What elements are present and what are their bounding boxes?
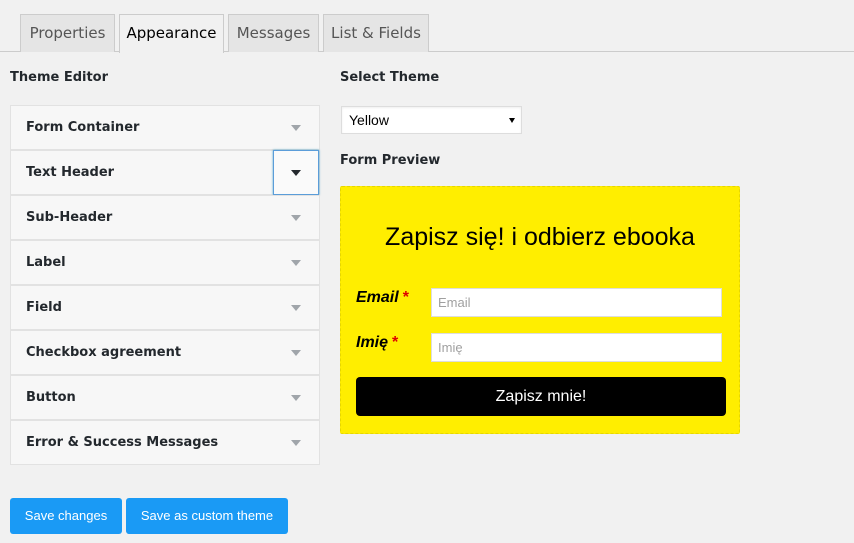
editor-item-label: Button — [26, 390, 76, 405]
tab-appearance[interactable]: Appearance — [119, 14, 224, 53]
chevron-down-icon — [291, 395, 301, 401]
save-custom-theme-button[interactable]: Save as custom theme — [126, 498, 288, 534]
chevron-down-icon — [291, 350, 301, 356]
editor-item-label: Field — [26, 300, 62, 315]
editor-item-label: Checkbox agreement — [26, 345, 182, 360]
expand-toggle[interactable] — [273, 420, 319, 465]
preview-heading: Zapisz się! i odbierz ebooka — [385, 223, 695, 251]
email-field[interactable] — [431, 288, 722, 317]
editor-item-messages[interactable]: Error & Success Messages — [10, 420, 320, 465]
tab-bar: Properties Appearance Messages List & Fi… — [0, 0, 854, 53]
editor-item-checkbox-agreement[interactable]: Checkbox agreement — [10, 330, 320, 375]
select-theme-title: Select Theme — [340, 70, 440, 85]
name-label-text: Imię — [356, 334, 389, 351]
editor-item-sub-header[interactable]: Sub-Header — [10, 195, 320, 240]
required-mark: * — [402, 289, 409, 306]
expand-toggle[interactable] — [273, 150, 319, 195]
editor-item-label: Error & Success Messages — [26, 435, 219, 450]
editor-item-label: Label — [26, 255, 66, 270]
chevron-down-icon — [291, 305, 301, 311]
email-label: Email * — [356, 289, 409, 307]
editor-item-label: Form Container — [26, 120, 140, 135]
save-changes-button[interactable]: Save changes — [10, 498, 122, 534]
tab-messages[interactable]: Messages — [228, 14, 319, 52]
editor-item-button[interactable]: Button — [10, 375, 320, 420]
form-preview: Zapisz się! i odbierz ebooka Email* Imię… — [340, 186, 740, 434]
chevron-down-icon — [291, 215, 301, 221]
dropdown-arrow-icon — [509, 118, 515, 123]
subscribe-button[interactable]: Zapisz mnie! — [356, 377, 726, 416]
editor-item-label: Text Header — [26, 165, 115, 180]
expand-toggle[interactable] — [273, 240, 319, 285]
editor-item-text-header[interactable]: Text Header — [10, 150, 320, 195]
chevron-down-icon — [291, 260, 301, 266]
editor-item-form-container[interactable]: Form Container — [10, 105, 320, 150]
expand-toggle[interactable] — [273, 105, 319, 150]
chevron-down-icon — [291, 125, 301, 131]
chevron-down-icon — [291, 170, 301, 176]
editor-item-field[interactable]: Field — [10, 285, 320, 330]
expand-toggle[interactable] — [273, 330, 319, 375]
theme-editor-list: Form Container Text Header Sub-Header La… — [10, 105, 320, 465]
editor-item-label: Sub-Header — [26, 210, 113, 225]
theme-editor-title: Theme Editor — [10, 70, 109, 85]
theme-select-value: Yellow — [349, 112, 389, 128]
theme-select[interactable]: Yellow — [341, 106, 522, 134]
editor-item-label-style[interactable]: Label — [10, 240, 320, 285]
required-mark: * — [392, 334, 399, 351]
form-preview-title: Form Preview — [340, 153, 441, 168]
email-label-text: Email — [356, 289, 399, 306]
name-label: Imię * — [356, 334, 398, 352]
chevron-down-icon — [291, 440, 301, 446]
name-field[interactable] — [431, 333, 722, 362]
expand-toggle[interactable] — [273, 375, 319, 420]
expand-toggle[interactable] — [273, 195, 319, 240]
tab-list-fields[interactable]: List & Fields — [323, 14, 429, 52]
expand-toggle[interactable] — [273, 285, 319, 330]
tab-properties[interactable]: Properties — [20, 14, 115, 52]
